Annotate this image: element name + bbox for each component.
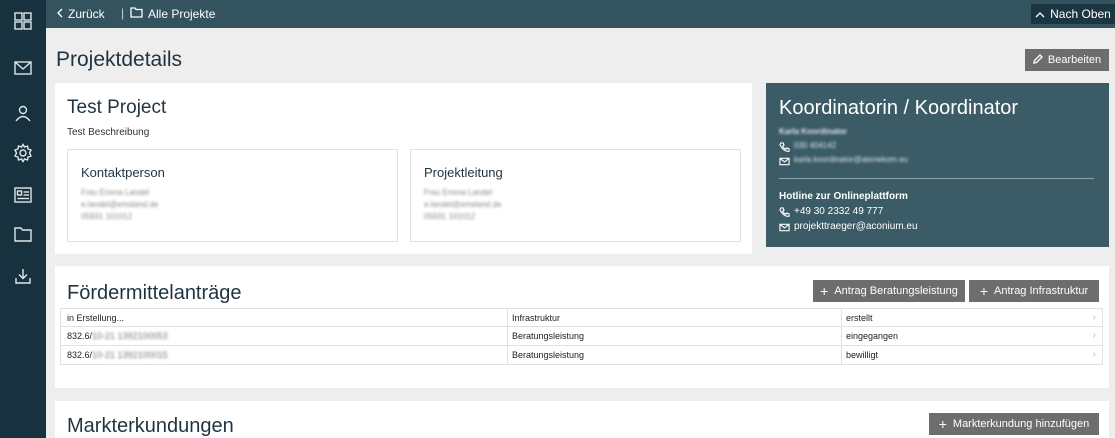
project-card: Test Project Test Beschreibung Kontaktpe… bbox=[55, 83, 752, 254]
market-survey-card: Markterkundungen + Markterkundung hinzuf… bbox=[55, 401, 1109, 438]
page-title: Projektdetails bbox=[56, 48, 183, 71]
mail-icon[interactable] bbox=[10, 55, 36, 81]
add-infrastructure-application-label: Antrag Infrastruktur bbox=[994, 285, 1089, 297]
applications-table: in Erstellung... Infrastruktur erstellt … bbox=[60, 308, 1103, 365]
add-infrastructure-application-button[interactable]: + Antrag Infrastruktur bbox=[969, 280, 1099, 302]
chevron-right-icon: › bbox=[1092, 312, 1096, 323]
all-projects-label: Alle Projekte bbox=[148, 7, 216, 21]
add-market-survey-label: Markterkundung hinzufügen bbox=[952, 418, 1090, 430]
sidebar bbox=[0, 0, 46, 438]
project-name: Test Project bbox=[67, 97, 167, 118]
hotline-email[interactable]: projekttraeger@aconium.eu bbox=[794, 221, 918, 232]
coordinator-divider bbox=[779, 178, 1094, 179]
download-icon[interactable] bbox=[10, 263, 36, 289]
project-lead-box: Projektleitung Frau Emma Landel e.landel… bbox=[410, 149, 741, 242]
plus-icon: + bbox=[938, 416, 947, 432]
application-id: in Erstellung... bbox=[67, 313, 125, 323]
folder-icon bbox=[130, 7, 143, 21]
coordinator-name: Karla Koordinator bbox=[779, 127, 848, 136]
application-status: erstellt bbox=[841, 309, 873, 327]
market-survey-title: Markterkundungen bbox=[67, 415, 234, 437]
project-lead-phone: 05931 101012 bbox=[424, 212, 476, 221]
contact-person-email: e.landel@emsland.de bbox=[81, 200, 159, 209]
contact-person-heading: Kontaktperson bbox=[81, 165, 165, 180]
contact-person-name: Frau Emma Landel bbox=[81, 188, 150, 197]
plus-icon: + bbox=[979, 283, 989, 299]
hotline-phone[interactable]: +49 30 2332 49 777 bbox=[794, 206, 883, 217]
project-lead-name: Frau Emma Landel bbox=[424, 188, 493, 197]
project-description: Test Beschreibung bbox=[67, 127, 150, 138]
add-consulting-application-button[interactable]: + Antrag Beratungsleistung bbox=[813, 280, 965, 302]
mail-icon bbox=[779, 154, 790, 172]
scroll-top-button[interactable]: Nach Oben bbox=[1031, 4, 1115, 24]
application-type: Beratungsleistung bbox=[507, 346, 584, 364]
table-row[interactable]: 832.6/10-21 1392100053 Beratungsleistung… bbox=[60, 327, 1103, 346]
coordinator-email: karla.koordinator@atenekom.eu bbox=[794, 155, 908, 164]
funding-applications-card: Fördermittelanträge + Antrag Beratungsle… bbox=[55, 266, 1109, 388]
project-lead-email: e.landel@emsland.de bbox=[424, 200, 502, 209]
table-row[interactable]: in Erstellung... Infrastruktur erstellt … bbox=[60, 308, 1103, 327]
contact-person-box: Kontaktperson Frau Emma Landel e.landel@… bbox=[67, 149, 398, 242]
all-projects-link[interactable]: Alle Projekte bbox=[130, 7, 215, 21]
plus-icon: + bbox=[820, 283, 829, 299]
funding-applications-title: Fördermittelanträge bbox=[67, 282, 242, 304]
dashboard-icon[interactable] bbox=[10, 8, 36, 34]
id-card-icon[interactable] bbox=[10, 182, 36, 208]
back-link[interactable]: Zurück bbox=[56, 7, 105, 21]
chevron-right-icon: › bbox=[1092, 330, 1096, 341]
project-lead-heading: Projektleitung bbox=[424, 165, 503, 180]
application-status: bewilligt bbox=[841, 346, 878, 364]
chevron-up-icon bbox=[1035, 7, 1045, 21]
edit-button[interactable]: Bearbeiten bbox=[1025, 49, 1109, 71]
back-label: Zurück bbox=[68, 7, 105, 21]
settings-icon[interactable] bbox=[10, 140, 36, 166]
add-market-survey-button[interactable]: + Markterkundung hinzufügen bbox=[929, 413, 1099, 435]
folder-icon[interactable] bbox=[10, 221, 36, 247]
coordinator-card: Koordinatorin / Koordinator Karla Koordi… bbox=[766, 83, 1109, 247]
pencil-icon bbox=[1033, 53, 1043, 67]
mail-icon bbox=[779, 220, 790, 238]
chevron-right-icon: › bbox=[1092, 349, 1096, 360]
application-id: 832.6/10-21 1392100015 bbox=[67, 350, 168, 360]
chevron-left-icon bbox=[56, 7, 64, 21]
contact-person-phone: 05931 101012 bbox=[81, 212, 133, 221]
hotline-title: Hotline zur Onlineplattform bbox=[779, 191, 908, 202]
user-icon[interactable] bbox=[10, 100, 36, 126]
breadcrumb-separator: | bbox=[121, 6, 125, 20]
application-id: 832.6/10-21 1392100053 bbox=[67, 331, 168, 341]
table-row[interactable]: 832.6/10-21 1392100015 Beratungsleistung… bbox=[60, 346, 1103, 365]
top-bar: Zurück | Alle Projekte Nach Oben bbox=[46, 0, 1115, 28]
application-type: Beratungsleistung bbox=[507, 327, 584, 345]
coordinator-phone: 030 404142 bbox=[794, 141, 837, 150]
add-consulting-application-label: Antrag Beratungsleistung bbox=[834, 285, 958, 297]
coordinator-title: Koordinatorin / Koordinator bbox=[779, 97, 1019, 119]
scroll-top-label: Nach Oben bbox=[1050, 7, 1111, 21]
application-type: Infrastruktur bbox=[507, 309, 560, 327]
edit-label: Bearbeiten bbox=[1047, 54, 1102, 66]
application-status: eingegangen bbox=[841, 327, 898, 345]
